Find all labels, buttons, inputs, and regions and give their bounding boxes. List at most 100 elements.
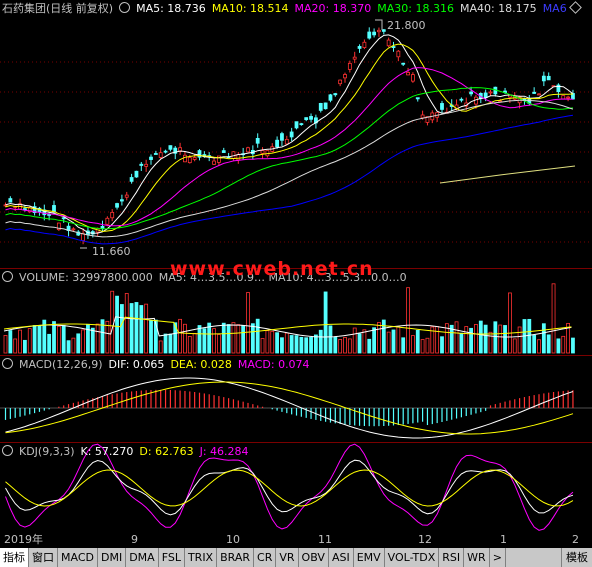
volume-bar: [236, 324, 241, 354]
volume-bar: [347, 338, 352, 354]
indicator-tab[interactable]: RSI: [439, 548, 465, 567]
volume-pane[interactable]: VOLUME: 32997800.000 MA5: 4…3.5…0.9… MA10…: [0, 269, 592, 355]
candle-body: [381, 29, 386, 32]
volume-bar: [8, 330, 13, 354]
volume-bar: [415, 329, 420, 354]
volume-bar: [532, 334, 537, 354]
volume-bar: [289, 335, 294, 354]
volume-bar: [76, 333, 81, 354]
axis-year: 2019年: [4, 533, 43, 546]
volume-bar: [90, 327, 95, 354]
indicator-tab[interactable]: 窗口: [29, 548, 58, 567]
kdj-settings-icon[interactable]: [2, 445, 13, 456]
volume-bar: [61, 325, 66, 354]
volume-bar: [507, 292, 512, 354]
axis-month-10: 10: [226, 533, 240, 546]
volume-bar: [318, 329, 323, 354]
indicator-tab[interactable]: MACD: [58, 548, 98, 567]
candle-body: [236, 154, 241, 161]
kdj-pane[interactable]: KDJ(9,3,3) K: 57.270 D: 62.763 J: 46.284: [0, 443, 592, 531]
indicator-tab[interactable]: VOL-TDX: [385, 548, 440, 567]
volume-bar: [231, 322, 236, 354]
candle-body: [8, 198, 13, 203]
indicator-tab[interactable]: >: [490, 548, 506, 567]
volume-bar: [352, 327, 357, 354]
volume-bar: [163, 333, 168, 354]
volume-bar: [37, 325, 42, 354]
price-candles-svg: [0, 19, 592, 249]
volume-bar: [250, 323, 255, 354]
macd-settings-icon[interactable]: [2, 358, 13, 369]
volume-bar: [47, 333, 52, 354]
dea-readout: DEA: 0.028: [170, 358, 232, 371]
volume-bar: [115, 295, 119, 354]
moving-average-line: [5, 34, 574, 234]
axis-month-1: 1: [500, 533, 507, 546]
price-chart-pane[interactable]: 石药集团(日线 前复权) MA5: 18.736 MA10: 18.514 MA20:…: [0, 0, 592, 268]
candle-body: [153, 153, 158, 155]
volume-bar: [168, 333, 173, 354]
moving-average-line: [5, 43, 573, 233]
volume-bar: [66, 340, 71, 354]
k-readout: K: 57.270: [80, 445, 134, 458]
macd-pane[interactable]: MACD(12,26,9) DIF: 0.065 DEA: 0.028 MACD: 0…: [0, 356, 592, 442]
volume-bar: [396, 326, 401, 354]
candle-body: [333, 93, 338, 96]
volume-bar: [139, 305, 144, 354]
d-line: [5, 469, 574, 507]
candle-body: [410, 74, 415, 82]
volume-bar: [86, 323, 90, 354]
volume-bar: [323, 291, 328, 354]
volume-bar: [241, 325, 246, 354]
indicator-tab[interactable]: DMI: [98, 548, 127, 567]
indicator-tab[interactable]: EMV: [354, 548, 385, 567]
indicator-tab[interactable]: 指标: [0, 548, 29, 567]
candle-body: [532, 91, 537, 94]
volume-bar: [474, 324, 478, 354]
indicator-tab[interactable]: CR: [254, 548, 277, 567]
indicator-tab[interactable]: VR: [276, 548, 299, 567]
j-readout: J: 46.284: [199, 445, 249, 458]
volume-bar: [304, 337, 309, 354]
indicator-tab[interactable]: ASI: [329, 548, 354, 567]
candle-body: [168, 145, 173, 150]
candle-body: [401, 62, 406, 65]
axis-month-11: 11: [318, 533, 332, 546]
template-button[interactable]: 模板: [561, 548, 592, 567]
candle-body: [280, 133, 284, 141]
volume-bar: [498, 324, 503, 354]
indicator-tab[interactable]: TRIX: [185, 548, 218, 567]
indicator-tab[interactable]: WR: [464, 548, 490, 567]
volume-bar: [197, 325, 202, 354]
volume-bar: [469, 327, 474, 354]
candle-body: [318, 103, 323, 111]
long-ma-line: [439, 165, 576, 184]
candle-body: [260, 150, 265, 154]
volume-bar: [52, 321, 56, 354]
candle-body: [488, 91, 493, 94]
candle-body: [129, 177, 134, 182]
volume-bar: [299, 336, 304, 354]
axis-month-12: 12: [418, 533, 432, 546]
volume-bar: [56, 325, 61, 354]
indicator-tab[interactable]: DMA: [126, 548, 159, 567]
candle-body: [541, 75, 546, 82]
volume-bar: [488, 331, 493, 354]
moving-average-line: [5, 87, 573, 230]
indicator-tab-bar: 指标 窗口 MACD DMI DMA FSL TRIX BRAR CR VR OBV ASI EMV VO…: [0, 548, 592, 567]
indicator-tab[interactable]: OBV: [299, 548, 329, 567]
volume-bar: [362, 329, 367, 354]
volume-bar: [561, 335, 566, 354]
volume-bar: [410, 335, 415, 354]
candle-body: [309, 116, 313, 120]
indicator-tab[interactable]: BRAR: [217, 548, 255, 567]
volume-bar: [309, 336, 313, 354]
candle-body: [192, 157, 197, 160]
volume-bar: [381, 319, 386, 354]
indicator-tab[interactable]: FSL: [159, 548, 185, 567]
volume-bar: [202, 328, 207, 354]
volume-settings-icon[interactable]: [2, 271, 13, 282]
volume-bar: [294, 335, 299, 354]
macd-title: MACD(12,26,9): [19, 358, 103, 371]
candle-body: [304, 117, 309, 121]
